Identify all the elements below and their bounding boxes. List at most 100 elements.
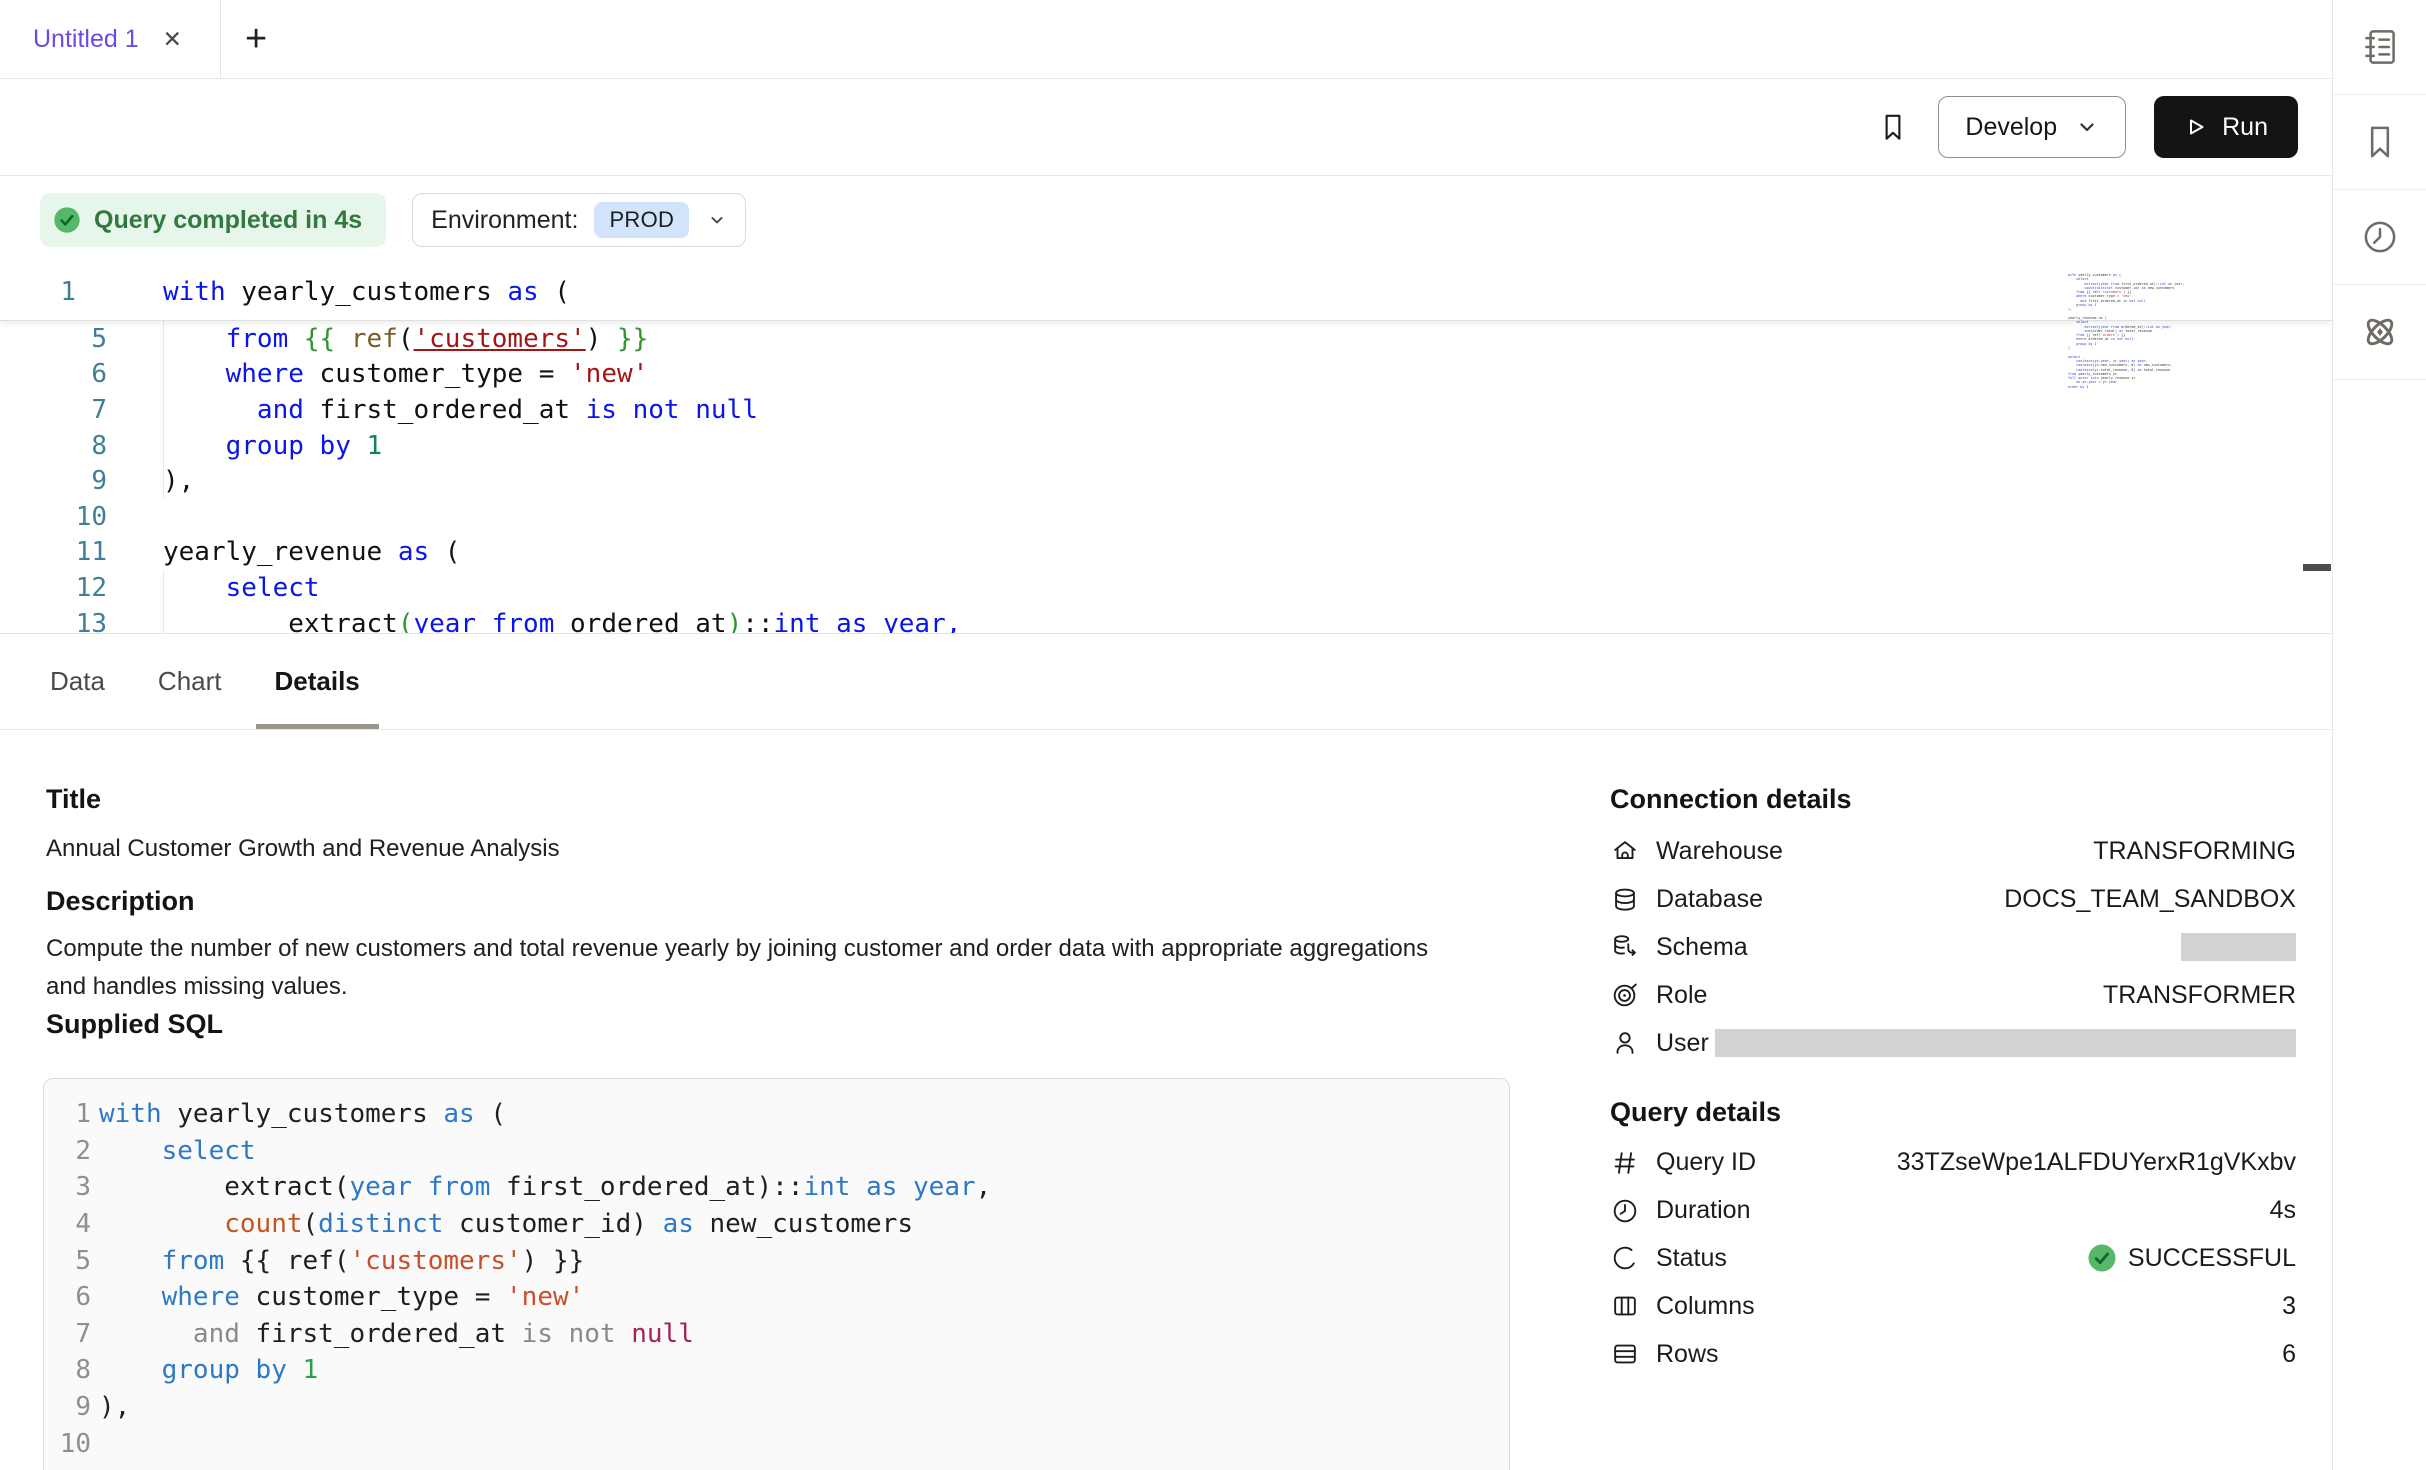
detail-value: TRANSFORMER [2103, 981, 2296, 1010]
results-tab-details[interactable]: Details [256, 634, 379, 729]
supplied-sql-heading: Supplied SQL [46, 1009, 223, 1040]
check-circle-icon [52, 205, 82, 235]
new-tab-button[interactable]: + [245, 18, 267, 61]
sidebar-button-notebook-icon[interactable] [2333, 0, 2426, 95]
detail-row-query-id: Query ID 33TZseWpe1ALFDUYerxR1gVKxbv [1610, 1139, 2296, 1187]
warehouse-icon [1610, 837, 1640, 867]
detail-label: Warehouse [1656, 837, 1783, 866]
query-status-text: Query completed in 4s [94, 206, 362, 235]
detail-row-duration: Duration 4s [1610, 1187, 2296, 1235]
line-number: 5 [44, 1246, 91, 1276]
detail-label: Role [1656, 981, 1707, 1010]
document-tab-bar: Untitled 1 ✕ + [0, 0, 2332, 79]
line-number: 1 [0, 277, 107, 307]
hash-icon [1610, 1148, 1640, 1178]
chevron-down-icon [2075, 115, 2099, 139]
document-tab-title: Untitled 1 [33, 25, 139, 54]
sql-line: 9), [44, 1389, 1509, 1426]
environment-selector[interactable]: Environment: PROD [412, 193, 746, 247]
sql-line: 7 and first_ordered_at is not null [44, 1316, 1509, 1353]
detail-value: 4s [2270, 1196, 2296, 1225]
detail-value-text: 3 [2282, 1292, 2296, 1321]
supplied-sql-block: 1with yearly_customers as (2 select3 ext… [43, 1078, 1510, 1470]
detail-row-role: Role TRANSFORMER [1610, 971, 2296, 1019]
detail-row-warehouse: Warehouse TRANSFORMING [1610, 828, 2296, 876]
line-number: 7 [44, 1319, 91, 1349]
line-number: 12 [0, 573, 107, 603]
editor-scrollbar-thumb[interactable] [2303, 564, 2331, 571]
main-area: Untitled 1 ✕ + Develop Run Query complet… [0, 0, 2332, 1470]
code-text: extract(year from first_ordered_at)::int… [99, 1172, 991, 1202]
code-text: and first_ordered_at is not null [99, 1319, 694, 1349]
results-tab-chart[interactable]: Chart [139, 634, 241, 729]
sql-line: 4 count(distinct customer_id) as new_cus… [44, 1206, 1509, 1243]
detail-value: 33TZseWpe1ALFDUYerxR1gVKxbv [1897, 1148, 2296, 1177]
detail-row-user: User [1610, 1019, 2296, 1067]
query-status-badge: Query completed in 4s [40, 193, 386, 247]
detail-label: Schema [1656, 933, 1748, 962]
schema-icon [1610, 932, 1640, 962]
editor-lines: 5 from {{ ref('customers') }}6 where cus… [0, 321, 2332, 634]
line-number: 10 [44, 1429, 91, 1459]
develop-label: Develop [1965, 113, 2057, 142]
run-label: Run [2222, 113, 2268, 142]
line-number: 10 [0, 502, 107, 532]
detail-value: TRANSFORMING [2093, 837, 2296, 866]
code-line: with yearly_customers as ( [163, 277, 570, 307]
code-text: and first_ordered_at is not null [163, 395, 758, 425]
develop-dropdown-button[interactable]: Develop [1938, 96, 2126, 158]
detail-row-columns: Columns 3 [1610, 1282, 2296, 1330]
query-details-rows: Query ID 33TZseWpe1ALFDUYerxR1gVKxbv Durat… [1610, 1139, 2296, 1378]
detail-value [1715, 1029, 2296, 1057]
line-number: 13 [0, 609, 107, 634]
results-tab-data[interactable]: Data [31, 634, 124, 729]
status-row: Query completed in 4s Environment: PROD [0, 176, 2332, 264]
indent-guide [163, 570, 164, 634]
detail-label: Status [1656, 1244, 1727, 1273]
detail-row-rows: Rows6 [1610, 1330, 2296, 1378]
indent-guide [163, 321, 164, 499]
detail-value [2181, 933, 2296, 961]
sql-line: 3 extract(year from first_ordered_at)::i… [44, 1169, 1509, 1206]
close-tab-icon[interactable]: ✕ [163, 28, 182, 51]
line-number: 8 [44, 1355, 91, 1385]
code-line: 9), [0, 463, 2332, 499]
code-text: group by 1 [163, 431, 382, 461]
description-heading: Description [46, 886, 195, 917]
columns-icon [1610, 1291, 1640, 1321]
detail-label: Query ID [1656, 1148, 1756, 1177]
detail-label: Duration [1656, 1196, 1751, 1225]
bookmark-icon[interactable] [1876, 110, 1910, 144]
title-heading: Title [46, 784, 101, 815]
chevron-down-icon [707, 210, 727, 230]
line-number: 4 [44, 1209, 91, 1239]
duration-icon [1610, 1196, 1640, 1226]
detail-row-status: StatusSUCCESSFUL [1610, 1235, 2296, 1283]
code-text: from {{ ref('customers') }} [99, 1246, 584, 1276]
code-line: 5 from {{ ref('customers') }} [0, 321, 2332, 357]
user-icon [1610, 1028, 1640, 1058]
detail-value-text: 33TZseWpe1ALFDUYerxR1gVKxbv [1897, 1148, 2296, 1177]
run-button[interactable]: Run [2154, 96, 2298, 158]
detail-label: Columns [1656, 1292, 1755, 1321]
sql-line: 1with yearly_customers as ( [44, 1096, 1509, 1133]
editor-minimap[interactable]: with yearly_customers as ( select extrac… [2068, 273, 2184, 389]
code-text: where customer_type = 'new' [99, 1282, 584, 1312]
sql-line: 8 group by 1 [44, 1352, 1509, 1389]
sidebar-button-lineage-icon[interactable] [2333, 285, 2426, 380]
right-icon-sidebar [2332, 0, 2426, 1470]
detail-row-schema: Schema [1610, 924, 2296, 972]
rows-icon [1610, 1339, 1640, 1369]
code-line: 10 [0, 499, 2332, 535]
sidebar-button-bookmark-icon[interactable] [2333, 95, 2426, 190]
code-text: extract(year from ordered_at)::int as ye… [163, 609, 961, 634]
redacted-value-bar [1715, 1029, 2296, 1057]
role-icon [1610, 980, 1640, 1010]
document-tab-untitled-1[interactable]: Untitled 1 ✕ [0, 0, 221, 78]
sql-editor[interactable]: 1 with yearly_customers as ( 5 from {{ r… [0, 264, 2332, 634]
detail-value-text: TRANSFORMING [2093, 837, 2296, 866]
line-number: 3 [44, 1172, 91, 1202]
environment-value-badge: PROD [594, 202, 689, 238]
sidebar-button-history-clock-icon[interactable] [2333, 190, 2426, 285]
play-icon [2184, 115, 2208, 139]
